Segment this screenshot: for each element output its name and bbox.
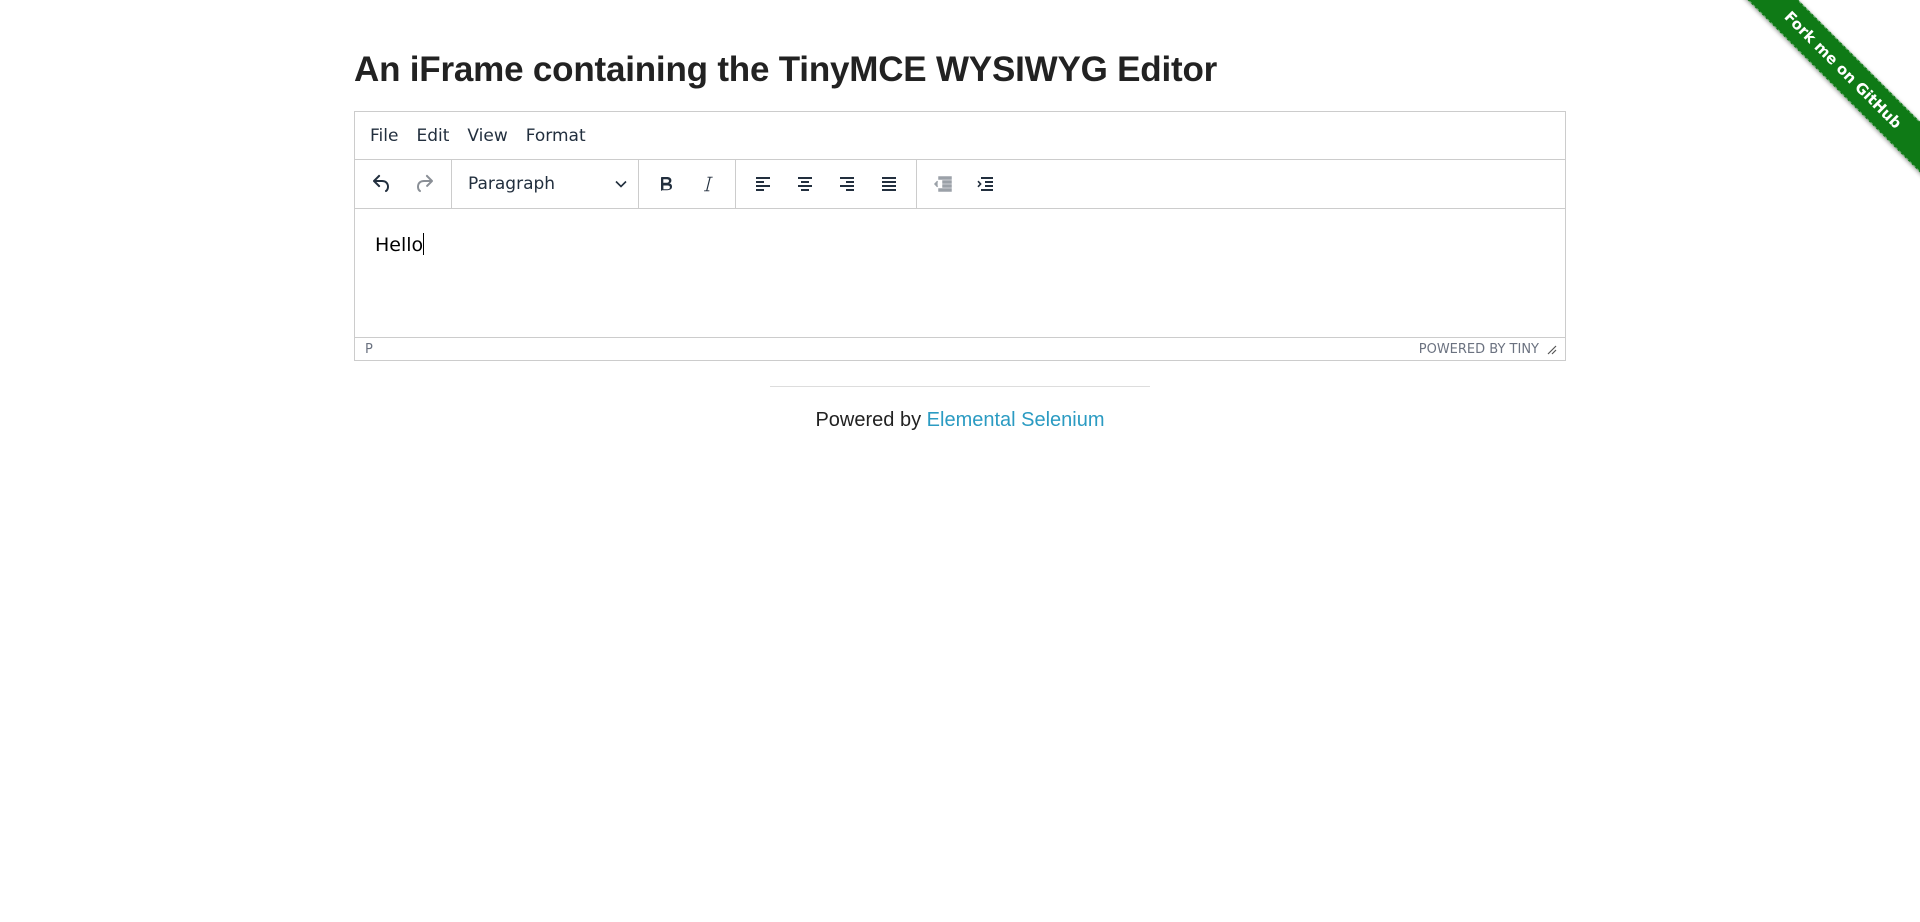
- bold-button[interactable]: [645, 165, 687, 203]
- align-left-button[interactable]: [742, 165, 784, 203]
- resize-handle-icon[interactable]: [1545, 343, 1557, 355]
- block-format-select[interactable]: Paragraph: [458, 165, 632, 203]
- editor-text: Hello: [375, 234, 424, 256]
- editor-paragraph[interactable]: Hello: [375, 209, 1545, 256]
- redo-button[interactable]: [403, 165, 445, 203]
- indent-icon: [977, 177, 993, 191]
- tinymce-editor: File Edit View Format Paragraph Hello P …: [354, 111, 1566, 361]
- align-left-icon: [756, 177, 770, 191]
- editor-content-area[interactable]: Hello: [355, 209, 1565, 338]
- page-footer: Powered by Elemental Selenium: [354, 409, 1566, 432]
- align-right-button[interactable]: [826, 165, 868, 203]
- outdent-icon: [933, 176, 952, 192]
- menu-format[interactable]: Format: [517, 119, 595, 153]
- history-group: [355, 160, 452, 208]
- footer-prefix: Powered by: [815, 409, 922, 431]
- italic-icon: [704, 176, 713, 192]
- chevron-down-icon: [615, 180, 627, 188]
- block-format-value: Paragraph: [468, 174, 556, 194]
- align-justify-button[interactable]: [868, 165, 910, 203]
- align-justify-icon: [882, 177, 896, 191]
- indentation-group: [917, 160, 1013, 208]
- outdent-button[interactable]: [923, 165, 965, 203]
- bold-icon: [661, 177, 672, 191]
- footer-divider: [770, 386, 1150, 387]
- align-center-button[interactable]: [784, 165, 826, 203]
- fork-on-github-link[interactable]: Fork me on GitHub: [1734, 0, 1920, 179]
- menu-edit[interactable]: Edit: [407, 119, 458, 153]
- editor-menubar: File Edit View Format: [355, 112, 1565, 160]
- italic-button[interactable]: [687, 165, 729, 203]
- menu-file[interactable]: File: [361, 119, 407, 153]
- editor-toolbar: Paragraph: [355, 160, 1565, 209]
- undo-icon: [373, 174, 389, 193]
- undo-button[interactable]: [361, 165, 403, 203]
- menu-view[interactable]: View: [458, 119, 516, 153]
- align-center-icon: [798, 177, 812, 191]
- block-format-group: Paragraph: [452, 160, 639, 208]
- element-path[interactable]: P: [365, 342, 373, 357]
- statusbar-right: POWERED BY TINY: [1419, 342, 1557, 357]
- formatting-group: [639, 160, 736, 208]
- page-content: An iFrame containing the TinyMCE WYSIWYG…: [354, 0, 1566, 431]
- redo-icon: [417, 174, 433, 193]
- align-right-icon: [840, 177, 854, 191]
- page-title: An iFrame containing the TinyMCE WYSIWYG…: [354, 50, 1218, 89]
- editor-statusbar: P POWERED BY TINY: [355, 338, 1565, 360]
- elemental-selenium-link[interactable]: Elemental Selenium: [927, 409, 1105, 431]
- github-ribbon-container: Fork me on GitHub: [1720, 0, 1920, 200]
- powered-by-tiny-link[interactable]: POWERED BY TINY: [1419, 342, 1539, 357]
- indent-button[interactable]: [965, 165, 1007, 203]
- alignment-group: [736, 160, 917, 208]
- text-caret: [423, 233, 425, 255]
